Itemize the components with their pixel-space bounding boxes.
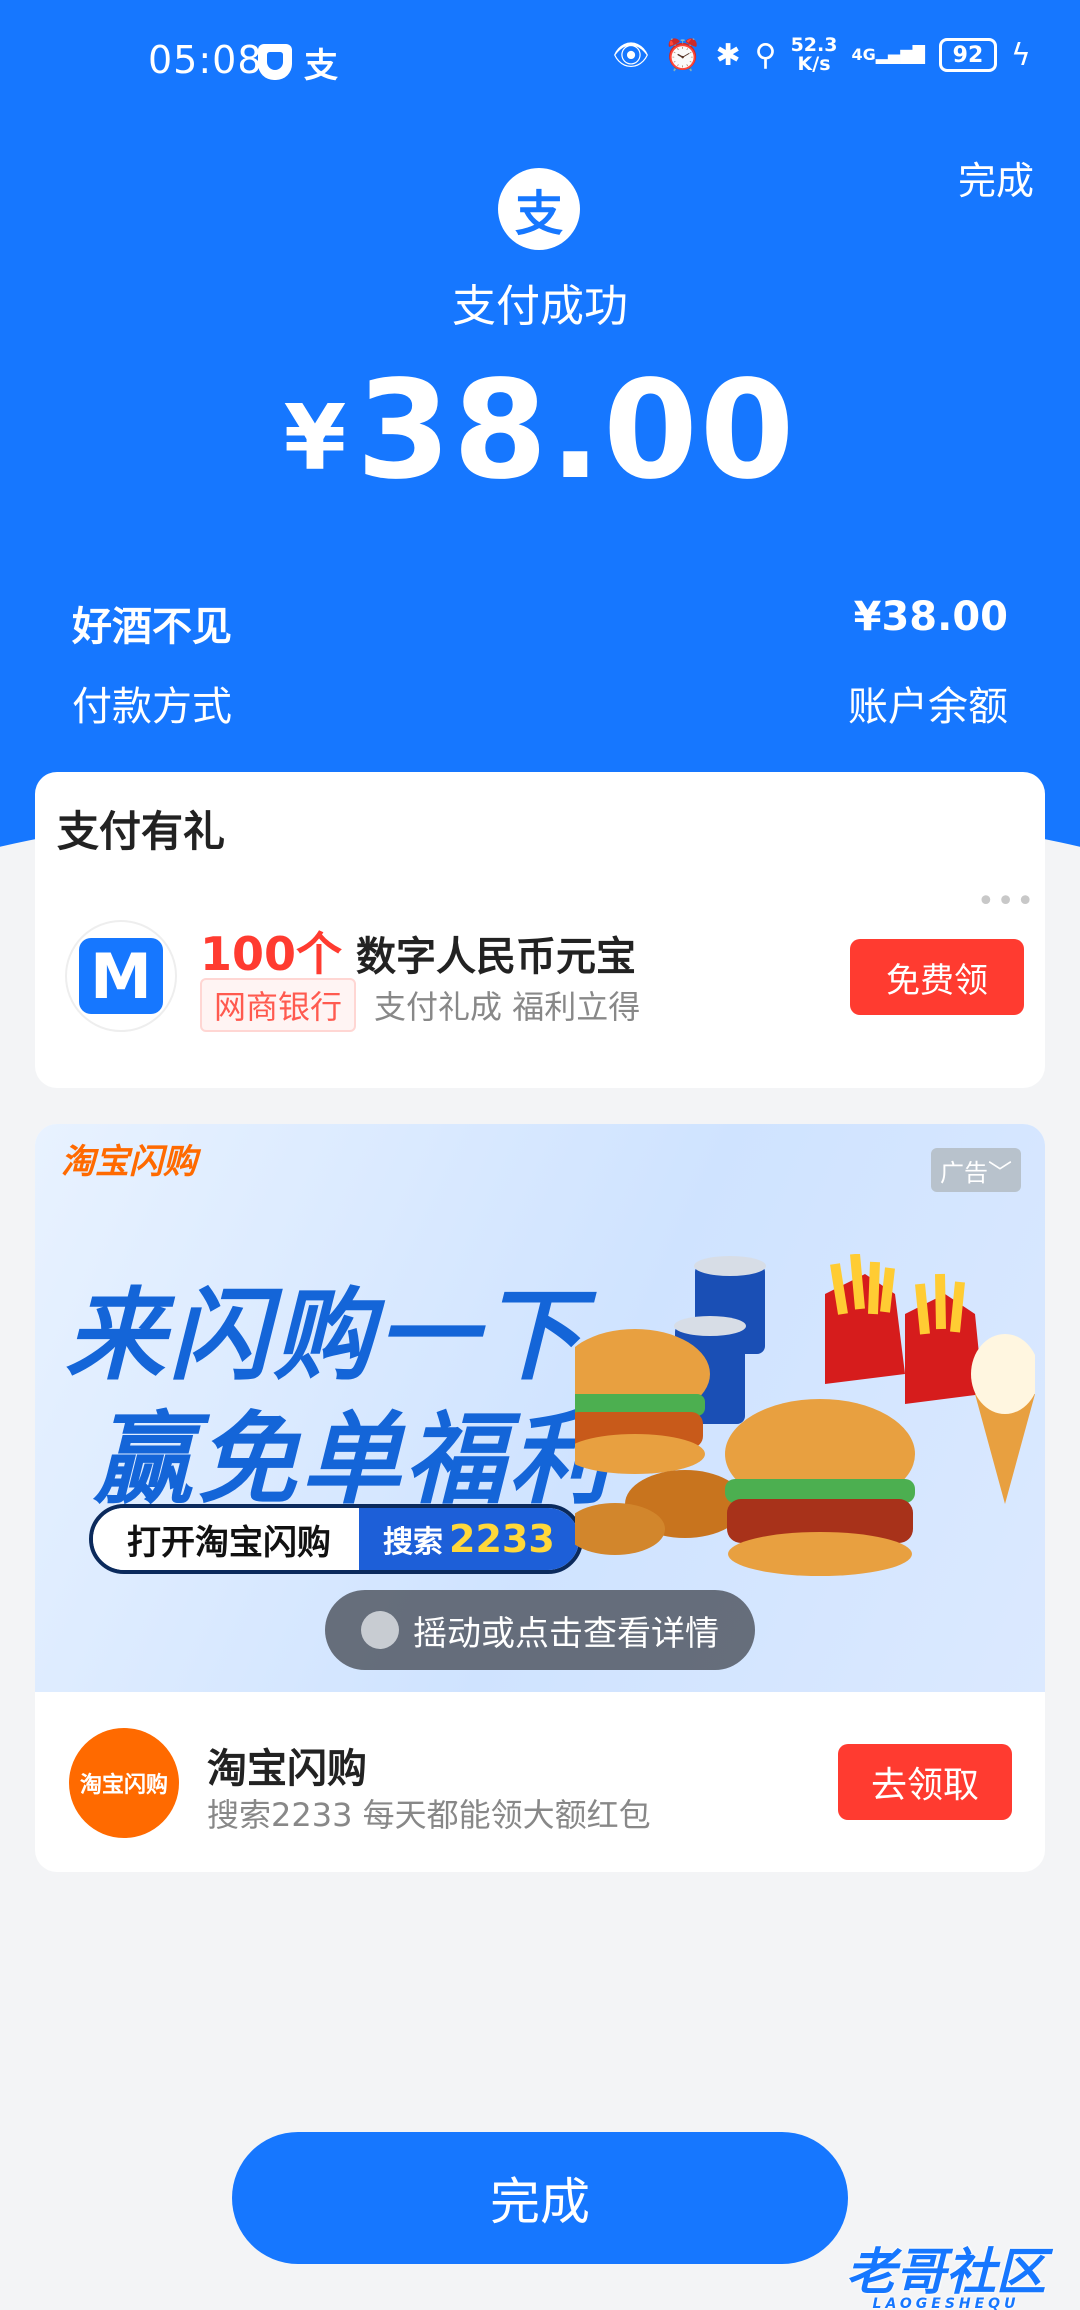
gift-headline: 100个 数字人民币元宝 (200, 918, 636, 984)
gift-card: 支付有礼 ••• M 100个 数字人民币元宝 网商银行 支付礼成 福利立得 免… (35, 772, 1045, 1088)
claim-button[interactable]: 去领取 (838, 1744, 1012, 1820)
ad-banner[interactable]: 淘宝闪购 广告 ﹀ 来闪购一下 赢免单福利 打开淘宝闪购 搜索 2233 摇动或… (35, 1124, 1045, 1692)
banner-brand: 淘宝闪购 (61, 1142, 197, 1182)
gift-card-title: 支付有礼 (57, 807, 226, 856)
alipay-logo-icon: 支 (498, 168, 580, 250)
status-bar: 05:08 支 👁 ⏰ ✱ ⚲ 52.3 K/s 4G▂▄▆█ 92 ϟ (0, 0, 1080, 120)
payment-method-value: 账户余额 (848, 684, 1008, 730)
merchant-name: 好酒不见 (72, 604, 232, 650)
shake-hint[interactable]: 摇动或点击查看详情 (325, 1590, 755, 1670)
network-type: 4G (851, 45, 876, 64)
watermark-sub: LAOGESHEQU (872, 2296, 1020, 2310)
gift-count: 100个 (200, 927, 343, 981)
battery-icon: 92 (938, 38, 997, 72)
taobao-logo-icon: 淘宝闪购 (69, 1728, 179, 1838)
battery-level: 92 (952, 42, 984, 68)
location-icon: ⚲ (754, 37, 777, 73)
payment-method-row: 付款方式 账户余额 (72, 674, 1008, 732)
charging-icon: ϟ (1010, 37, 1031, 73)
signal-icon: 4G▂▄▆█ (851, 45, 925, 64)
more-icon[interactable]: ••• (977, 884, 1036, 919)
pill-text: 打开淘宝闪购 (93, 1508, 359, 1570)
done-button[interactable]: 完成 (232, 2132, 848, 2264)
pill-code: 2233 (449, 1517, 555, 1561)
done-top-button[interactable]: 完成 (958, 150, 1034, 205)
advertiser-name: 淘宝闪购 (207, 1746, 367, 1792)
currency-symbol: ¥ (283, 386, 347, 491)
status-time: 05:08 (148, 38, 263, 82)
banner-headline-2: 赢免单福利 (93, 1401, 613, 1518)
net-speed: 52.3 K/s (791, 36, 838, 74)
merchant-amount: ¥38.00 (853, 594, 1008, 640)
pill-search: 搜索 2233 (359, 1508, 579, 1570)
bank-tag: 网商银行 (200, 978, 357, 1032)
eye-icon: 👁 (612, 37, 651, 73)
payment-amount: ¥38.00 (0, 352, 1080, 510)
watermark: 老哥社区 LAOGESHEQU (846, 2232, 1046, 2310)
alarm-icon: ⏰ (664, 37, 702, 73)
shake-text: 摇动或点击查看详情 (413, 1613, 719, 1654)
free-claim-button[interactable]: 免费领 (850, 939, 1024, 1015)
banner-search-pill: 打开淘宝闪购 搜索 2233 (89, 1504, 583, 1574)
taobao-logo-text: 淘宝闪购 (79, 1773, 168, 1798)
shake-hand-icon (361, 1611, 399, 1649)
advertiser-subtitle: 搜索2233 每天都能领大额红包 (207, 1796, 651, 1834)
payment-method-label: 付款方式 (72, 684, 232, 730)
chevron-down-icon: ﹀ (988, 1158, 1012, 1187)
ad-label[interactable]: 广告 ﹀ (931, 1148, 1021, 1192)
ad-label-text: 广告 (940, 1158, 988, 1187)
payment-title: 支付成功 (452, 281, 628, 332)
bluetooth-icon: ✱ (715, 37, 741, 73)
gift-subtitle: 支付礼成 福利立得 (374, 988, 641, 1026)
mybank-logo-icon: M (65, 920, 177, 1032)
merchant-row: 好酒不见 ¥38.00 (72, 594, 1008, 652)
watermark-text: 老哥社区 (846, 2243, 1046, 2301)
alipay-status-icon: 支 (304, 46, 338, 86)
ad-card: 淘宝闪购 广告 ﹀ 来闪购一下 赢免单福利 打开淘宝闪购 搜索 2233 摇动或… (35, 1124, 1045, 1872)
shield-icon (258, 44, 292, 80)
net-speed-unit: K/s (797, 53, 831, 75)
amount-value: 38.00 (356, 352, 797, 510)
gift-subline: 网商银行 支付礼成 福利立得 (200, 978, 640, 1032)
status-icons: 👁 ⏰ ✱ ⚲ 52.3 K/s 4G▂▄▆█ 92 ϟ (612, 36, 1031, 74)
fast-food-image (575, 1254, 1035, 1576)
gift-product: 数字人民币元宝 (355, 934, 636, 980)
pill-search-label: 搜索 (383, 1525, 443, 1560)
